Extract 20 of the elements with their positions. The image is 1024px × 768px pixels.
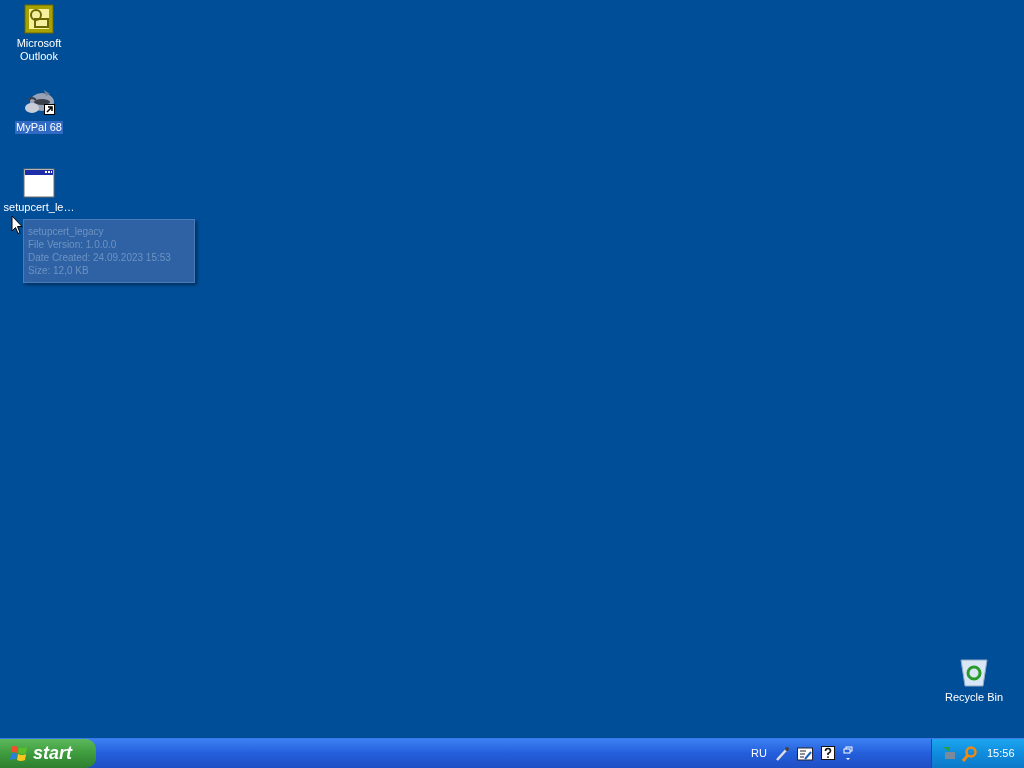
recycle-bin-icon [959,656,989,688]
start-button[interactable]: start [0,739,96,768]
window-icon [23,168,55,198]
language-indicator[interactable]: RU [751,745,767,762]
tooltip-text: setupcert_legacy [28,225,105,238]
clock-envelope-icon [24,4,54,34]
tooltip-text: Date Created: 24.09.2023 15:53 [28,251,172,264]
icon-label: Recycle Bin [943,691,1005,704]
tooltip-text: File Version: 1.0.0.0 [28,238,118,251]
windows-flag-icon [10,745,28,762]
help-icon[interactable] [821,746,835,761]
icon-label: MyPal 68 [15,121,63,134]
icon-label: setupcert_le… [2,201,76,214]
clock[interactable]: 15:56 [987,745,1015,762]
icon-label: Microsoft Outlook [15,37,63,63]
tooltip-text: Size: 12,0 KB [28,264,90,277]
pen-icon[interactable] [775,745,789,762]
keyboard-pen-icon[interactable] [797,746,813,761]
restore-windows-icon[interactable] [843,745,853,762]
mouse-pointer-icon [11,215,23,235]
